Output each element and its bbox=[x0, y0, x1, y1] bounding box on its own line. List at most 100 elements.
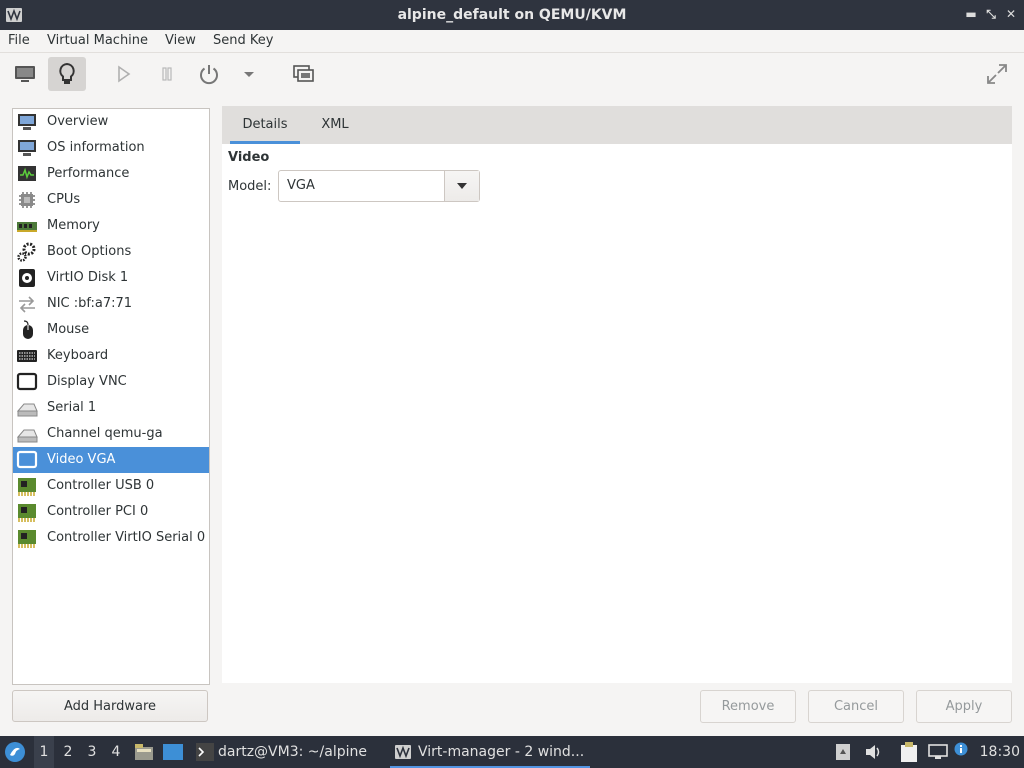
shutdown-menu-button[interactable] bbox=[230, 57, 268, 91]
window-title: alpine_default on QEMU/KVM bbox=[397, 7, 627, 23]
hardware-item-label: Controller VirtIO Serial 0 bbox=[47, 530, 206, 545]
hardware-item-label: VirtIO Disk 1 bbox=[47, 270, 129, 285]
start-menu-icon[interactable] bbox=[4, 741, 26, 763]
task-virt-manager[interactable]: Virt-manager - 2 wind... bbox=[390, 736, 590, 768]
tab-details[interactable]: Details bbox=[230, 106, 300, 144]
close-button[interactable]: ✕ bbox=[1004, 7, 1018, 21]
model-label: Model: bbox=[228, 179, 272, 194]
hardware-item-label: Display VNC bbox=[47, 374, 127, 389]
hardware-item-controller-pci-0[interactable]: Controller PCI 0 bbox=[13, 499, 209, 525]
snapshots-button[interactable] bbox=[284, 57, 322, 91]
pause-icon bbox=[162, 67, 172, 81]
hardware-item-keyboard[interactable]: Keyboard bbox=[13, 343, 209, 369]
network-icon[interactable] bbox=[928, 744, 948, 760]
hardware-item-overview[interactable]: Overview bbox=[13, 109, 209, 135]
show-details-button[interactable] bbox=[48, 57, 86, 91]
chevron-down-icon bbox=[244, 72, 254, 77]
remove-button[interactable]: Remove bbox=[700, 690, 796, 723]
model-select[interactable]: VGA bbox=[278, 170, 480, 202]
snapshots-icon bbox=[293, 65, 314, 82]
toolbar bbox=[0, 53, 1024, 99]
file-manager-icon[interactable] bbox=[134, 743, 154, 761]
hardware-item-mouse[interactable]: Mouse bbox=[13, 317, 209, 343]
lightbulb-icon bbox=[59, 62, 75, 84]
workspace-1[interactable]: 1 bbox=[34, 736, 54, 768]
model-value: VGA bbox=[287, 178, 315, 193]
hardware-item-controller-usb-0[interactable]: Controller USB 0 bbox=[13, 473, 209, 499]
section-title: Video bbox=[228, 150, 270, 165]
hardware-item-serial-1[interactable]: Serial 1 bbox=[13, 395, 209, 421]
tab-xml[interactable]: XML bbox=[308, 106, 362, 144]
hardware-item-boot-options[interactable]: Boot Options bbox=[13, 239, 209, 265]
hardware-item-memory[interactable]: Memory bbox=[13, 213, 209, 239]
fullscreen-icon bbox=[987, 64, 1007, 84]
workspace-3[interactable]: 3 bbox=[82, 736, 102, 768]
hardware-item-performance[interactable]: Performance bbox=[13, 161, 209, 187]
hardware-item-label: Video VGA bbox=[47, 452, 116, 467]
volume-icon[interactable] bbox=[864, 744, 882, 760]
hardware-item-display-vnc[interactable]: Display VNC bbox=[13, 369, 209, 395]
hardware-item-controller-virtio-serial-0[interactable]: Controller VirtIO Serial 0 bbox=[13, 525, 209, 551]
shutdown-button[interactable] bbox=[190, 57, 228, 91]
monitor-icon bbox=[18, 114, 36, 130]
display-icon bbox=[16, 372, 38, 391]
hardware-list: Overview OS information Performance CPUs Mem… bbox=[12, 108, 210, 685]
hardware-item-nic-bf-a7-71[interactable]: NIC :bf:a7:71 bbox=[13, 291, 209, 317]
chevron-down-icon bbox=[457, 183, 467, 189]
taskbar: 1 2 3 4 dartz@VM3: ~/alpine Virt-manager… bbox=[0, 736, 1024, 768]
hardware-item-label: Serial 1 bbox=[47, 400, 97, 415]
pause-button[interactable] bbox=[148, 57, 186, 91]
network-arrows-icon bbox=[19, 296, 35, 313]
maximize-button[interactable]: ⤡ bbox=[984, 7, 998, 21]
menu-send-key[interactable]: Send Key bbox=[213, 30, 273, 52]
monitor-icon bbox=[18, 140, 36, 156]
notification-info-icon[interactable] bbox=[954, 742, 968, 756]
tab-bar: Details XML bbox=[222, 106, 1012, 144]
hardware-item-cpus[interactable]: CPUs bbox=[13, 187, 209, 213]
serial-port-icon bbox=[16, 429, 38, 443]
show-console-button[interactable] bbox=[6, 57, 44, 91]
keyboard-icon bbox=[17, 350, 37, 362]
task-terminal[interactable]: dartz@VM3: ~/alpine bbox=[218, 736, 367, 768]
gears-icon bbox=[17, 242, 36, 262]
cancel-button[interactable]: Cancel bbox=[808, 690, 904, 723]
apply-button[interactable]: Apply bbox=[916, 690, 1012, 723]
details-panel: Video Model: VGA bbox=[222, 144, 1012, 683]
hardware-item-label: Boot Options bbox=[47, 244, 132, 259]
hardware-item-label: CPUs bbox=[47, 192, 81, 207]
hardware-item-os-information[interactable]: OS information bbox=[13, 135, 209, 161]
hardware-item-label: Channel qemu-ga bbox=[47, 426, 163, 441]
hardware-item-channel-qemu-ga[interactable]: Channel qemu-ga bbox=[13, 421, 209, 447]
hardware-item-video-vga[interactable]: Video VGA bbox=[13, 447, 209, 473]
hardware-item-label: Mouse bbox=[47, 322, 90, 337]
cpu-chip-icon bbox=[19, 192, 35, 208]
hardware-item-label: OS information bbox=[47, 140, 145, 155]
memory-module-icon bbox=[17, 222, 37, 232]
menu-file[interactable]: File bbox=[8, 30, 30, 52]
keyboard-layout-icon[interactable] bbox=[836, 744, 850, 760]
minimize-button[interactable]: ▬ bbox=[964, 7, 978, 21]
model-dropdown-button[interactable] bbox=[444, 171, 479, 201]
add-hardware-button[interactable]: Add Hardware bbox=[12, 690, 208, 722]
hardware-item-label: Performance bbox=[47, 166, 130, 181]
hardware-item-virtio-disk-1[interactable]: VirtIO Disk 1 bbox=[13, 265, 209, 291]
hardware-item-label: Overview bbox=[47, 114, 109, 129]
performance-graph-icon bbox=[18, 166, 36, 181]
menu-view[interactable]: View bbox=[165, 30, 196, 52]
hardware-item-label: Controller PCI 0 bbox=[47, 504, 149, 519]
hardware-item-label: Controller USB 0 bbox=[47, 478, 155, 493]
workspace-4[interactable]: 4 bbox=[106, 736, 126, 768]
desktop-icon[interactable] bbox=[162, 743, 184, 761]
menu-virtual-machine[interactable]: Virtual Machine bbox=[47, 30, 148, 52]
pci-card-icon bbox=[18, 530, 36, 548]
pci-card-icon bbox=[18, 478, 36, 496]
fullscreen-button[interactable] bbox=[978, 57, 1016, 91]
run-button[interactable] bbox=[104, 57, 142, 91]
console-monitor-icon bbox=[15, 66, 35, 82]
display-icon bbox=[16, 450, 38, 469]
workspace-2[interactable]: 2 bbox=[58, 736, 78, 768]
disk-icon bbox=[19, 269, 35, 287]
virt-manager-icon bbox=[395, 745, 411, 759]
clipboard-icon[interactable] bbox=[900, 742, 918, 762]
power-icon bbox=[200, 65, 218, 85]
